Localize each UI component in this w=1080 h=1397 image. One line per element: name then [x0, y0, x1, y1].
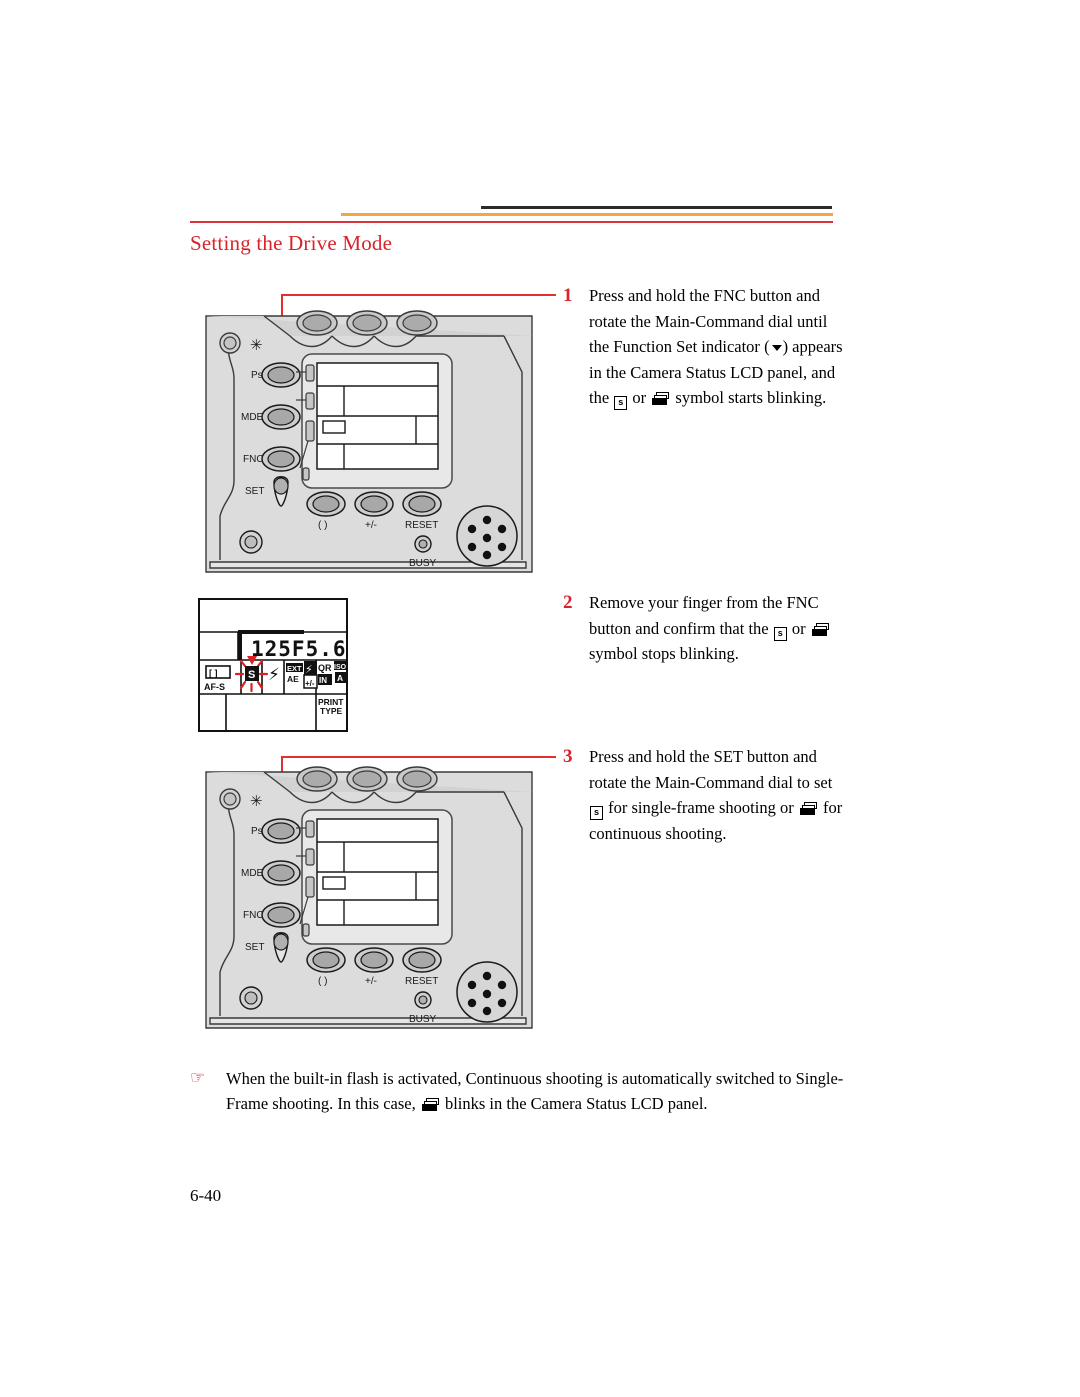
- continuous-shooting-icon: [811, 622, 829, 636]
- svg-text:EXT: EXT: [287, 664, 302, 673]
- star-icon: ✳: [250, 793, 263, 810]
- svg-text:QR: QR: [318, 663, 332, 673]
- continuous-shooting-icon: [421, 1098, 439, 1111]
- svg-text:AF-S: AF-S: [204, 682, 225, 692]
- svg-text:⚡: ⚡: [305, 663, 313, 676]
- camera-status-lcd-panel-figure: 125F5.6 [ ] AF-S S ⚡ EXT AE ⚡ +/- QR IN …: [198, 598, 348, 732]
- continuous-shooting-icon: [799, 802, 817, 816]
- step1-text-part-4: symbol starts blinking.: [675, 388, 827, 408]
- instruction-step-2: 2 Remove your finger from the FNC button…: [563, 590, 844, 667]
- button-label-busy: BUSY: [409, 558, 437, 569]
- button-label-mde: MDE: [241, 412, 264, 423]
- button-label-set: SET: [245, 486, 264, 497]
- function-set-down-arrow-icon: [770, 341, 783, 354]
- camera-back-illustration-step1: ✳ Ps MDE FNC SET () +/- RESET BUSY: [204, 310, 534, 582]
- button-label-mde: MDE: [241, 868, 264, 879]
- lcd-qr-in-icon: QR IN: [318, 663, 332, 685]
- lcd-exposure-readout: 125F5.6: [251, 637, 347, 661]
- button-label-ps: Ps: [251, 826, 263, 837]
- svg-text:[ ]: [ ]: [209, 668, 218, 678]
- header-rule-red: [190, 221, 833, 223]
- header-rule-orange: [341, 213, 833, 216]
- button-label-plusminus: +/-: [365, 520, 377, 531]
- step-number-1: 1: [563, 285, 573, 306]
- button-label-paren: ( ): [318, 520, 327, 531]
- header-rule-black: [481, 206, 832, 209]
- button-label-reset: RESET: [405, 520, 438, 531]
- button-label-set: SET: [245, 942, 264, 953]
- step3-text-part-1: Press and hold the SET button and rotate…: [589, 747, 833, 792]
- svg-text:AE: AE: [287, 674, 299, 684]
- tip-note-text: When the built-in flash is activated, Co…: [226, 1066, 846, 1116]
- single-frame-icon: s: [773, 626, 787, 641]
- step-number-2: 2: [563, 592, 573, 613]
- callout-line-step1-horizontal: [281, 294, 556, 296]
- note-text-tail: blinks in the Camera Status LCD panel.: [444, 1094, 708, 1113]
- top-buttons: [296, 310, 438, 336]
- page-number: 6-40: [190, 1186, 222, 1205]
- button-label-fnc: FNC: [243, 910, 264, 921]
- lcd-flash-compensation-icon: ⚡ +/-: [303, 661, 318, 689]
- lcd-iso-icon: ISO A: [334, 661, 347, 683]
- step2-text-part-2: or: [791, 618, 806, 638]
- top-buttons: [296, 766, 438, 792]
- star-icon: ✳: [250, 337, 263, 354]
- step-text-1: Press and hold the FNC button and rotate…: [589, 283, 844, 411]
- svg-text:IN: IN: [319, 676, 327, 685]
- step2-text-part-3: symbol stops blinking.: [589, 644, 739, 664]
- single-frame-icon: s: [590, 806, 603, 821]
- step3-text-part-2: for single-frame shooting or: [608, 798, 794, 818]
- callout-line-step3-horizontal: [281, 756, 556, 758]
- step-number-3: 3: [563, 746, 573, 767]
- svg-text:A: A: [337, 673, 343, 683]
- svg-text:S: S: [248, 669, 255, 681]
- step1-text-part-3: or: [632, 388, 647, 408]
- instruction-step-1: 1 Press and hold the FNC button and rota…: [563, 283, 844, 411]
- single-frame-icon: s: [614, 396, 628, 411]
- continuous-shooting-icon: [652, 392, 670, 406]
- button-label-fnc: FNC: [243, 454, 264, 465]
- tip-note: ☞ When the built-in flash is activated, …: [190, 1066, 850, 1116]
- button-label-plusminus: +/-: [365, 976, 377, 987]
- svg-text:TYPE: TYPE: [320, 706, 343, 716]
- button-label-paren: ( ): [318, 976, 327, 987]
- step-text-3: Press and hold the SET button and rotate…: [589, 744, 844, 846]
- pointing-hand-icon: ☞: [190, 1068, 206, 1087]
- button-label-busy: BUSY: [409, 1014, 437, 1025]
- button-label-reset: RESET: [405, 976, 438, 987]
- svg-text:ISO: ISO: [334, 664, 347, 671]
- lcd-flash-icon: ⚡: [268, 665, 280, 685]
- step-text-2: Remove your finger from the FNC button a…: [589, 590, 844, 667]
- camera-back-illustration-step3: ✳ Ps MDE FNC SET () +/- RESET BUSY: [204, 766, 534, 1038]
- svg-text:+/-: +/-: [305, 679, 315, 688]
- instruction-step-3: 3 Press and hold the SET button and rota…: [563, 744, 844, 846]
- page-title: Setting the Drive Mode: [190, 231, 393, 255]
- button-label-ps: Ps: [251, 370, 263, 381]
- lcd-print-type-label: PRINT TYPE: [318, 697, 344, 716]
